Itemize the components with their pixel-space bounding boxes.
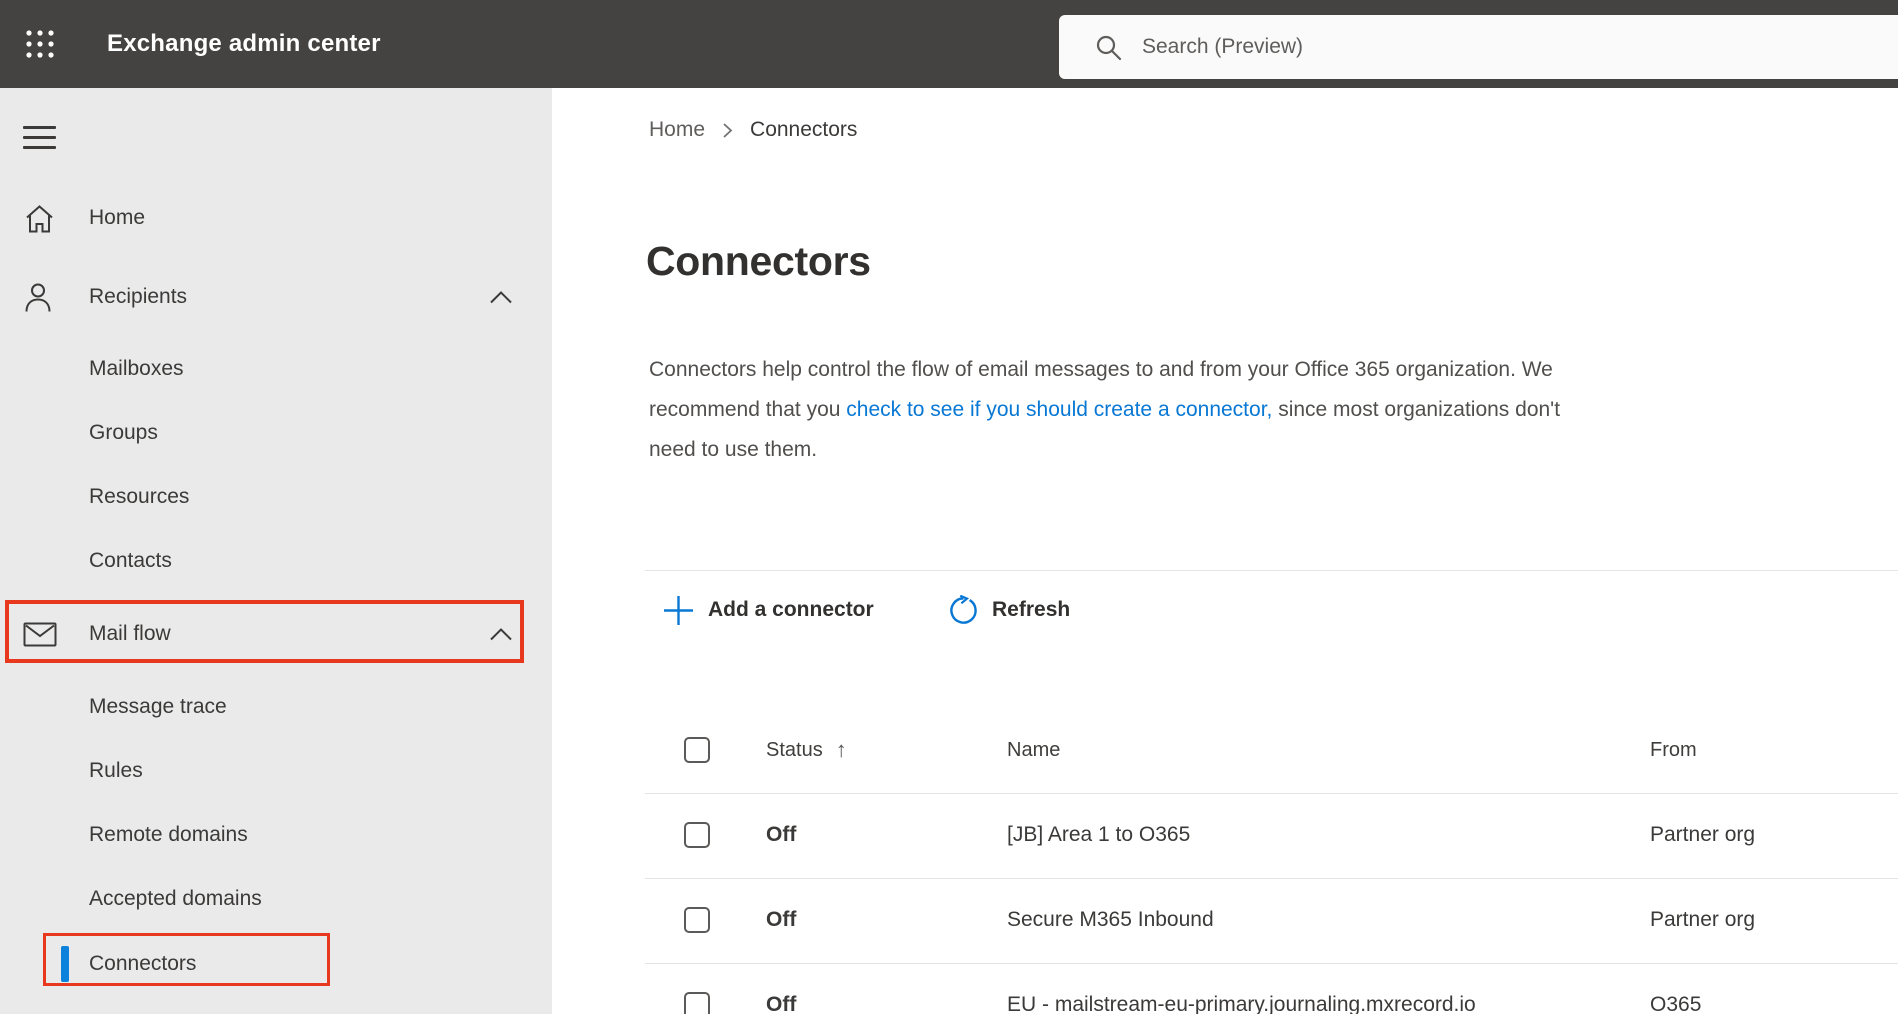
sidebar-item-label: Groups (89, 421, 158, 444)
plus-icon (662, 594, 695, 627)
divider (645, 793, 1898, 794)
refresh-button[interactable]: Refresh (948, 584, 1070, 636)
divider (645, 878, 1898, 879)
search-icon (1095, 34, 1122, 61)
sidebar: Home Recipients Mailboxes Groups Resources Co… (0, 88, 552, 1014)
table-row[interactable]: Off [JB] Area 1 to O365 Partner org (552, 803, 1898, 867)
sidebar-item-rules[interactable]: Rules (0, 739, 552, 803)
name-cell[interactable]: EU - mailstream-eu-primary.journaling.mx… (1007, 973, 1476, 1014)
sidebar-item-label: Message trace (89, 695, 227, 718)
sidebar-item-groups[interactable]: Groups (0, 401, 552, 465)
app-title: Exchange admin center (107, 30, 381, 57)
sidebar-item-home[interactable]: Home (0, 186, 552, 250)
home-icon (23, 203, 57, 233)
menu-toggle-button[interactable] (23, 126, 56, 149)
divider (645, 570, 1898, 571)
sidebar-item-remote-domains[interactable]: Remote domains (0, 803, 552, 867)
refresh-icon (948, 594, 979, 626)
name-cell[interactable]: [JB] Area 1 to O365 (1007, 803, 1190, 867)
app-launcher-icon[interactable] (23, 27, 57, 61)
sidebar-item-label: Resources (89, 485, 190, 508)
from-cell: Partner org (1650, 823, 1756, 846)
sort-ascending-icon: ↑ (835, 737, 847, 762)
sidebar-item-recipients[interactable]: Recipients (0, 265, 552, 329)
status-cell: Off (766, 993, 797, 1014)
column-header-from[interactable]: From (1650, 718, 1697, 782)
sidebar-item-label: Contacts (89, 549, 172, 572)
sidebar-item-label: Rules (89, 759, 143, 782)
from-cell: O365 (1650, 993, 1702, 1014)
sidebar-item-accepted-domains[interactable]: Accepted domains (0, 867, 552, 931)
divider (645, 963, 1898, 964)
status-cell: Off (766, 908, 797, 931)
sidebar-item-label: Mailboxes (89, 357, 184, 380)
sidebar-item-mailboxes[interactable]: Mailboxes (0, 337, 552, 401)
search-bar[interactable] (1059, 15, 1898, 79)
sidebar-item-contacts[interactable]: Contacts (0, 529, 552, 593)
sidebar-item-label: Connectors (89, 952, 197, 975)
sidebar-item-mail-flow[interactable]: Mail flow (0, 602, 552, 666)
sidebar-nav: Home Recipients Mailboxes Groups Resources Co… (0, 88, 552, 996)
row-checkbox[interactable] (684, 907, 710, 933)
name-cell[interactable]: Secure M365 Inbound (1007, 888, 1214, 952)
from-cell: Partner org (1650, 908, 1756, 931)
status-cell: Off (766, 823, 797, 846)
breadcrumb-home[interactable]: Home (649, 118, 705, 142)
page-title: Connectors (646, 238, 871, 284)
search-input[interactable] (1142, 35, 1898, 59)
table-row[interactable]: Off EU - mailstream-eu-primary.journaling… (552, 973, 1898, 1014)
sidebar-item-connectors[interactable]: Connectors (0, 932, 552, 996)
description-line: Connectors help control the flow of emai… (649, 358, 1553, 381)
row-checkbox[interactable] (684, 992, 710, 1014)
topbar: Exchange admin center (0, 0, 1898, 88)
column-header-status[interactable]: Status ↑ (766, 718, 847, 782)
sidebar-item-label: Mail flow (89, 622, 171, 645)
sidebar-item-label: Accepted domains (89, 887, 262, 910)
person-icon (23, 281, 57, 313)
table-header: Status ↑ Name From (552, 718, 1898, 782)
chevron-up-icon[interactable] (488, 626, 514, 642)
chevron-right-icon (721, 122, 734, 139)
column-header-name[interactable]: Name (1007, 718, 1060, 782)
select-all-checkbox[interactable] (684, 737, 710, 763)
add-connector-button[interactable]: Add a connector (662, 584, 874, 636)
chevron-up-icon[interactable] (488, 289, 514, 305)
sidebar-item-resources[interactable]: Resources (0, 465, 552, 529)
sidebar-item-label: Remote domains (89, 823, 248, 846)
mail-icon (23, 622, 57, 647)
sidebar-item-label: Home (89, 206, 146, 229)
breadcrumb-current: Connectors (750, 118, 858, 141)
description-line: recommend that you check to see if you s… (649, 398, 1561, 421)
main-content: Home Connectors Connectors Connectors he… (552, 88, 1898, 1014)
row-checkbox[interactable] (684, 822, 710, 848)
table-row[interactable]: Off Secure M365 Inbound Partner org (552, 888, 1898, 952)
breadcrumb: Home Connectors (649, 118, 857, 142)
sidebar-item-message-trace[interactable]: Message trace (0, 675, 552, 739)
description-line: need to use them. (649, 438, 818, 461)
sidebar-item-label: Recipients (89, 285, 188, 308)
page-description: Connectors help control the flow of emai… (649, 350, 1898, 470)
create-connector-link[interactable]: check to see if you should create a conn… (846, 398, 1272, 421)
